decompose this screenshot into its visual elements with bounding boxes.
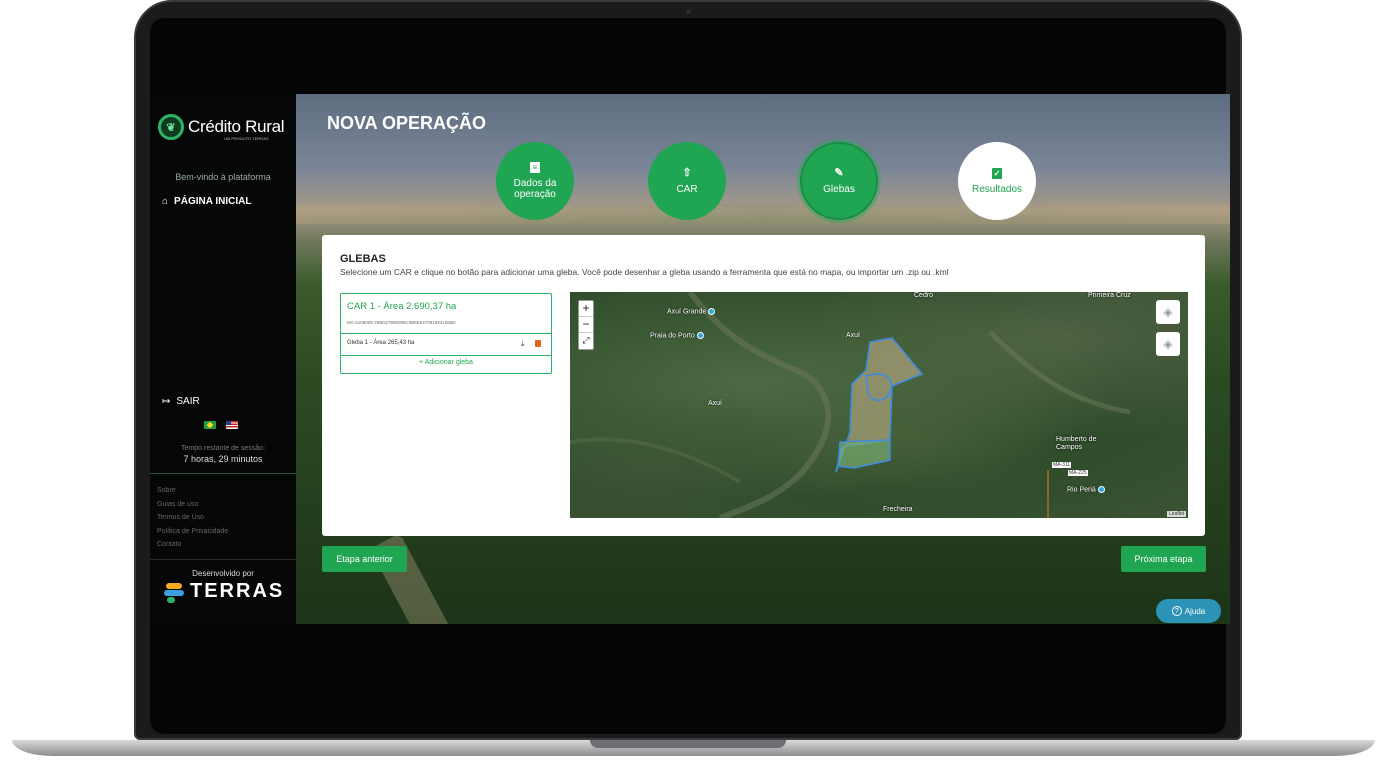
zoom-out-button[interactable]: − <box>579 317 593 333</box>
welcome-text: Bem-vindo à plataforma <box>175 172 271 182</box>
clipboard-check-icon: ✓ <box>992 167 1002 179</box>
main-content: NOVA OPERAÇÃO ≡ Dados da operação ⇧ CAR … <box>296 94 1230 624</box>
nav-home[interactable]: ⌂ PÁGINA INICIAL <box>162 196 251 207</box>
layers-button[interactable]: ◈ <box>1156 300 1180 324</box>
clipboard-icon: ≡ <box>530 162 540 173</box>
step-car[interactable]: ⇧ CAR <box>648 142 726 220</box>
draw-layers-button[interactable]: ◈ <box>1156 332 1180 356</box>
logout-label: SAIR <box>176 396 200 407</box>
logo-text: Crédito Rural <box>188 117 285 136</box>
car-title: CAR 1 - Área 2.690,37 ha <box>347 301 457 312</box>
session-value: 7 horas, 29 minutos <box>183 454 263 464</box>
footer-links: Sobre Guias de uso Termos de Uso Polític… <box>157 484 228 552</box>
step-label: CAR <box>676 183 698 195</box>
car-code: MA-2105005-7B5D27685095C0B5E647081954106… <box>347 320 456 325</box>
session-label: Tempo restante de sessão: <box>180 445 266 452</box>
glebas-card: GLEBAS Selecione um CAR e clique no botã… <box>322 235 1205 536</box>
footer-link-termos[interactable]: Termos de Uso <box>157 511 228 525</box>
developed-by-label: Desenvolvido por <box>192 569 254 578</box>
map-label: Primeira Cruz <box>1088 292 1131 299</box>
map-label: Axuí <box>846 332 861 339</box>
footer-link-privacidade[interactable]: Política de Privacidade <box>157 525 228 539</box>
trash-icon[interactable] <box>535 340 541 347</box>
divider <box>150 473 296 474</box>
gleba-selected-polygon[interactable] <box>837 439 891 469</box>
terras-mark-icon <box>164 581 186 603</box>
map-overlay <box>570 292 1131 518</box>
logout-icon: ↦ <box>162 396 171 407</box>
map-label: Rio Periá <box>1067 486 1105 493</box>
help-button[interactable]: ? Ajuda <box>1156 599 1221 623</box>
map-label: Cedro <box>914 292 934 299</box>
fullscreen-button[interactable]: ⤢ <box>579 333 593 349</box>
previous-step-button[interactable]: Etapa anterior <box>322 546 407 572</box>
road-label: MA-225 <box>1068 470 1088 476</box>
app-screen: ❦ Crédito Rural UM PRODUTO TERRAS Bem-vi… <box>150 94 1230 624</box>
download-icon[interactable]: ⤓ <box>521 339 525 349</box>
step-glebas[interactable]: ✎ Glebas <box>800 142 878 220</box>
map-label: Humberto de Campos <box>1056 436 1097 451</box>
logo-leaf-icon: ❦ <box>158 114 184 140</box>
help-label: Ajuda <box>1184 606 1206 616</box>
brazil-flag-icon[interactable] <box>204 421 216 429</box>
card-title: GLEBAS <box>340 253 386 265</box>
step-label: Dados da <box>513 178 557 189</box>
logout-button[interactable]: ↦ SAIR <box>162 396 200 407</box>
divider <box>341 333 551 334</box>
terras-text: TERRAS <box>190 580 285 602</box>
map[interactable]: + − ⤢ ◈ ◈ Axuí Grande Praia do Porto Axu… <box>570 292 1188 518</box>
map-label: Axuí Grande <box>667 308 716 315</box>
session-timer: Tempo restante de sessão: 7 horas, 29 mi… <box>150 445 296 464</box>
usa-flag-icon[interactable] <box>226 421 238 429</box>
gleba-label[interactable]: Gleba 1 - Área 265,43 ha <box>347 340 414 346</box>
map-pin-icon <box>1097 486 1105 493</box>
card-description: Selecione um CAR e clique no botão para … <box>340 267 949 277</box>
stepper: ≡ Dados da operação ⇧ CAR ✎ Glebas ✓ Res… <box>496 142 1036 222</box>
help-icon: ? <box>1171 606 1182 616</box>
upload-icon: ⇧ <box>682 166 692 179</box>
laptop-notch <box>590 740 786 748</box>
map-label: Praia do Porto <box>650 332 704 339</box>
road-label: MA-311 <box>1052 462 1072 468</box>
map-label: Frecheira <box>883 506 913 513</box>
next-step-button[interactable]: Próxima etapa <box>1121 546 1206 572</box>
home-icon: ⌂ <box>162 196 169 207</box>
car-item[interactable]: CAR 1 - Área 2.690,37 ha MA-2105005-7B5D… <box>340 293 552 374</box>
sidebar: ❦ Crédito Rural UM PRODUTO TERRAS Bem-vi… <box>150 94 296 624</box>
divider <box>341 355 551 356</box>
zoom-control: + − ⤢ <box>578 300 594 350</box>
step-dados-operacao[interactable]: ≡ Dados da operação <box>496 142 574 220</box>
divider <box>150 559 296 560</box>
step-label: Glebas <box>823 183 855 195</box>
footer-link-contato[interactable]: Contato <box>157 538 228 552</box>
logo-subtitle: UM PRODUTO TERRAS <box>224 136 269 141</box>
pencil-icon: ✎ <box>834 166 844 179</box>
step-label: operação <box>514 189 556 200</box>
footer-link-guias[interactable]: Guias de uso <box>157 498 228 512</box>
terras-logo[interactable]: TERRAS <box>164 580 284 603</box>
step-resultados[interactable]: ✓ Resultados <box>958 142 1036 220</box>
zoom-in-button[interactable]: + <box>579 301 593 317</box>
footer-link-sobre[interactable]: Sobre <box>157 484 228 498</box>
map-attribution[interactable]: Leaflet <box>1166 511 1186 517</box>
camera-icon <box>686 9 691 14</box>
step-label: Resultados <box>971 183 1023 195</box>
add-gleba-button[interactable]: + Adicionar gleba <box>341 359 551 366</box>
page-title: NOVA OPERAÇÃO <box>327 113 487 133</box>
map-label: Axuí <box>708 400 723 407</box>
map-pin-icon <box>696 332 704 339</box>
map-pin-icon <box>708 308 716 315</box>
nav-home-label: PÁGINA INICIAL <box>174 196 252 207</box>
language-selector <box>204 421 238 429</box>
